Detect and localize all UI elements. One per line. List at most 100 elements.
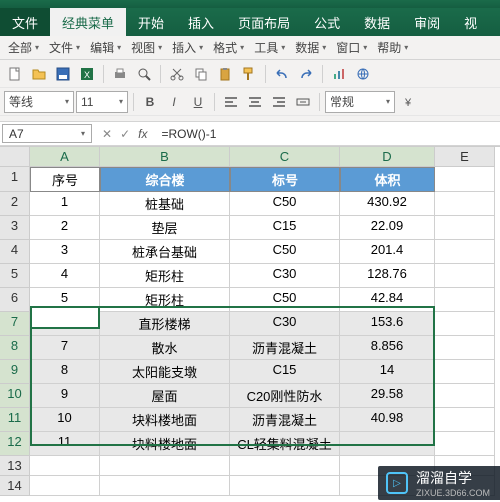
menu-tools[interactable]: 工具▾: [250, 37, 289, 58]
align-left-icon[interactable]: [220, 91, 242, 113]
menu-edit[interactable]: 编辑▾: [86, 37, 125, 58]
cell[interactable]: C50: [230, 288, 340, 312]
cell[interactable]: 标号: [230, 167, 340, 192]
row-header[interactable]: 14: [0, 476, 30, 496]
cell[interactable]: 3: [30, 240, 100, 264]
new-icon[interactable]: [4, 63, 26, 85]
col-header-b[interactable]: B: [100, 147, 230, 167]
tab-page-layout[interactable]: 页面布局: [226, 8, 302, 36]
tab-classic-menu[interactable]: 经典菜单: [50, 8, 126, 36]
cell[interactable]: [435, 264, 495, 288]
cell[interactable]: 430.92: [340, 192, 435, 216]
row-header[interactable]: 2: [0, 192, 30, 216]
cell[interactable]: 散水: [100, 336, 230, 360]
save-excel-icon[interactable]: X: [76, 63, 98, 85]
row-header[interactable]: 5: [0, 264, 30, 288]
cell[interactable]: 桩承台基础: [100, 240, 230, 264]
spreadsheet-grid[interactable]: A B C D E 1 序号 综合楼 标号 体积 2 1 桩基础 C50 430…: [0, 146, 500, 496]
menu-data[interactable]: 数据▾: [291, 37, 330, 58]
row-header[interactable]: 11: [0, 408, 30, 432]
cell[interactable]: 9: [30, 384, 100, 408]
underline-icon[interactable]: U: [187, 91, 209, 113]
cell[interactable]: [435, 360, 495, 384]
row-header[interactable]: 9: [0, 360, 30, 384]
cell[interactable]: 矩形柱: [100, 288, 230, 312]
cell[interactable]: [435, 216, 495, 240]
cell[interactable]: 201.4: [340, 240, 435, 264]
cell[interactable]: 8.856: [340, 336, 435, 360]
menu-all[interactable]: 全部▾: [4, 37, 43, 58]
cell[interactable]: [30, 476, 100, 496]
row-header[interactable]: 3: [0, 216, 30, 240]
cell[interactable]: 屋面: [100, 384, 230, 408]
col-header-c[interactable]: C: [230, 147, 340, 167]
cell[interactable]: 7: [30, 336, 100, 360]
cell[interactable]: [435, 192, 495, 216]
row-header[interactable]: 6: [0, 288, 30, 312]
cell-active[interactable]: 6: [30, 312, 100, 336]
link-icon[interactable]: [352, 63, 374, 85]
row-header[interactable]: 10: [0, 384, 30, 408]
cell[interactable]: 153.6: [340, 312, 435, 336]
font-name-combo[interactable]: 等线▾: [4, 91, 74, 113]
tab-formulas[interactable]: 公式: [302, 8, 352, 36]
menu-view[interactable]: 视图▾: [127, 37, 166, 58]
open-icon[interactable]: [28, 63, 50, 85]
cell[interactable]: [435, 336, 495, 360]
cell[interactable]: [435, 240, 495, 264]
preview-icon[interactable]: [133, 63, 155, 85]
print-icon[interactable]: [109, 63, 131, 85]
cell[interactable]: 块料楼地面: [100, 408, 230, 432]
row-header[interactable]: 4: [0, 240, 30, 264]
fx-icon[interactable]: fx: [138, 127, 147, 141]
cell[interactable]: [100, 456, 230, 476]
cell[interactable]: [435, 432, 495, 456]
cell[interactable]: CL轻集料混凝土: [230, 432, 340, 456]
align-right-icon[interactable]: [268, 91, 290, 113]
cell[interactable]: C30: [230, 312, 340, 336]
cell[interactable]: 沥青混凝土: [230, 408, 340, 432]
col-header-e[interactable]: E: [435, 147, 495, 167]
cell[interactable]: 块料楼地面: [100, 432, 230, 456]
cell[interactable]: [435, 167, 495, 192]
menu-window[interactable]: 窗口▾: [332, 37, 371, 58]
tab-data[interactable]: 数据: [352, 8, 402, 36]
cell[interactable]: [340, 432, 435, 456]
menu-format[interactable]: 格式▾: [209, 37, 248, 58]
cell[interactable]: C50: [230, 192, 340, 216]
cell[interactable]: 42.84: [340, 288, 435, 312]
cell[interactable]: 垫层: [100, 216, 230, 240]
cell[interactable]: 128.76: [340, 264, 435, 288]
tab-insert[interactable]: 插入: [176, 8, 226, 36]
cell[interactable]: 沥青混凝土: [230, 336, 340, 360]
align-center-icon[interactable]: [244, 91, 266, 113]
cell[interactable]: 11: [30, 432, 100, 456]
cell[interactable]: 体积: [340, 167, 435, 192]
row-header[interactable]: 8: [0, 336, 30, 360]
format-painter-icon[interactable]: [238, 63, 260, 85]
col-header-d[interactable]: D: [340, 147, 435, 167]
italic-icon[interactable]: I: [163, 91, 185, 113]
confirm-icon[interactable]: ✓: [120, 127, 130, 141]
cell[interactable]: [230, 476, 340, 496]
cancel-icon[interactable]: ✕: [102, 127, 112, 141]
cell[interactable]: 1: [30, 192, 100, 216]
cell[interactable]: C15: [230, 216, 340, 240]
tab-file[interactable]: 文件: [0, 8, 50, 36]
font-size-combo[interactable]: 11▾: [76, 91, 128, 113]
cell[interactable]: [30, 456, 100, 476]
col-header-a[interactable]: A: [30, 147, 100, 167]
cell[interactable]: 直形楼梯: [100, 312, 230, 336]
cell[interactable]: 10: [30, 408, 100, 432]
cell[interactable]: 综合楼: [100, 167, 230, 192]
currency-icon[interactable]: ¥: [397, 91, 419, 113]
undo-icon[interactable]: [271, 63, 293, 85]
paste-icon[interactable]: [214, 63, 236, 85]
menu-file[interactable]: 文件▾: [45, 37, 84, 58]
menu-help[interactable]: 帮助▾: [373, 37, 412, 58]
tab-view[interactable]: 视: [452, 8, 489, 36]
cell[interactable]: [435, 312, 495, 336]
number-format-combo[interactable]: 常规▾: [325, 91, 395, 113]
merge-icon[interactable]: [292, 91, 314, 113]
row-header[interactable]: 1: [0, 167, 30, 192]
